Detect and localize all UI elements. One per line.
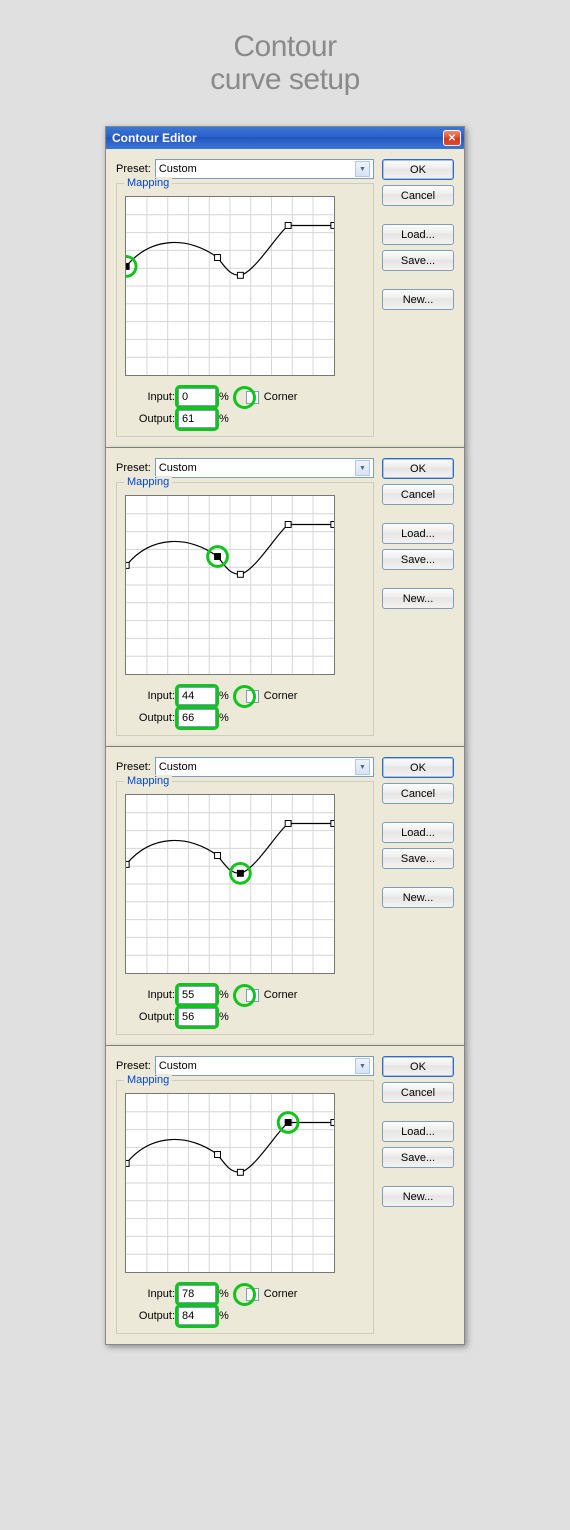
chevron-down-icon: ▼ [355,460,370,476]
preset-value: Custom [159,163,197,175]
load-button[interactable]: Load... [382,1121,454,1142]
output-field[interactable] [178,410,216,428]
input-field[interactable] [178,986,216,1004]
save-button[interactable]: Save... [382,250,454,271]
ok-button[interactable]: OK [382,1056,454,1077]
load-button[interactable]: Load... [382,224,454,245]
new-button[interactable]: New... [382,588,454,609]
save-button[interactable]: Save... [382,549,454,570]
percent-label: % [219,1310,229,1322]
curve-editor[interactable] [125,794,335,974]
save-button[interactable]: Save... [382,848,454,869]
ok-button[interactable]: OK [382,458,454,479]
dialog-body: Preset: Custom ▼ Mapping Input: [106,149,464,447]
percent-label: % [219,413,229,425]
new-button[interactable]: New... [382,887,454,908]
output-label: Output: [125,712,175,724]
cancel-button[interactable]: Cancel [382,1082,454,1103]
contour-editor-dialog: Preset: Custom ▼ Mapping Input: [105,1046,465,1345]
corner-checkbox[interactable] [246,1288,259,1301]
output-label: Output: [125,413,175,425]
preset-value: Custom [159,462,197,474]
corner-label: Corner [264,391,298,403]
mapping-label: Mapping [124,1074,172,1086]
curve-editor[interactable] [125,196,335,376]
mapping-group: Mapping Input: % [116,482,374,736]
mapping-group: Mapping Input: % [116,183,374,437]
percent-label: % [219,391,229,403]
percent-label: % [219,1011,229,1023]
curve-editor[interactable] [125,495,335,675]
save-button[interactable]: Save... [382,1147,454,1168]
input-field[interactable] [178,388,216,406]
contour-editor-dialog: Contour Editor ✕ Preset: Custom ▼ Mappin… [105,126,465,448]
preset-label: Preset: [116,1060,151,1072]
percent-label: % [219,690,229,702]
percent-label: % [219,1288,229,1300]
ok-button[interactable]: OK [382,757,454,778]
ok-button[interactable]: OK [382,159,454,180]
chevron-down-icon: ▼ [355,759,370,775]
preset-select[interactable]: Custom ▼ [155,159,374,179]
input-field[interactable] [178,1285,216,1303]
input-field[interactable] [178,687,216,705]
cancel-button[interactable]: Cancel [382,783,454,804]
cancel-button[interactable]: Cancel [382,185,454,206]
corner-checkbox[interactable] [246,391,259,404]
mapping-group: Mapping Input: % [116,781,374,1035]
preset-value: Custom [159,1060,197,1072]
corner-label: Corner [264,1288,298,1300]
preset-label: Preset: [116,761,151,773]
mapping-label: Mapping [124,476,172,488]
chevron-down-icon: ▼ [355,1058,370,1074]
output-label: Output: [125,1011,175,1023]
percent-label: % [219,989,229,1001]
preset-select[interactable]: Custom ▼ [155,1056,374,1076]
dialog-body: Preset: Custom ▼ Mapping Input: [106,1046,464,1344]
dialog-body: Preset: Custom ▼ Mapping Input: [106,448,464,746]
load-button[interactable]: Load... [382,523,454,544]
contour-editor-dialog: Preset: Custom ▼ Mapping Input: [105,448,465,747]
input-label: Input: [125,690,175,702]
chevron-down-icon: ▼ [355,161,370,177]
window-titlebar: Contour Editor ✕ [106,127,464,149]
corner-label: Corner [264,989,298,1001]
corner-checkbox[interactable] [246,989,259,1002]
window-title: Contour Editor [112,131,197,145]
load-button[interactable]: Load... [382,822,454,843]
corner-label: Corner [264,690,298,702]
output-label: Output: [125,1310,175,1322]
output-field[interactable] [178,709,216,727]
input-label: Input: [125,391,175,403]
preset-label: Preset: [116,163,151,175]
close-icon[interactable]: ✕ [443,130,461,146]
new-button[interactable]: New... [382,1186,454,1207]
preset-select[interactable]: Custom ▼ [155,458,374,478]
input-label: Input: [125,989,175,1001]
new-button[interactable]: New... [382,289,454,310]
contour-editor-dialog: Preset: Custom ▼ Mapping Input: [105,747,465,1046]
preset-value: Custom [159,761,197,773]
output-field[interactable] [178,1307,216,1325]
preset-label: Preset: [116,462,151,474]
curve-editor[interactable] [125,1093,335,1273]
page-title: Contour curve setup [210,30,360,96]
mapping-label: Mapping [124,775,172,787]
cancel-button[interactable]: Cancel [382,484,454,505]
corner-checkbox[interactable] [246,690,259,703]
mapping-label: Mapping [124,177,172,189]
mapping-group: Mapping Input: % [116,1080,374,1334]
input-label: Input: [125,1288,175,1300]
output-field[interactable] [178,1008,216,1026]
percent-label: % [219,712,229,724]
dialog-body: Preset: Custom ▼ Mapping Input: [106,747,464,1045]
preset-select[interactable]: Custom ▼ [155,757,374,777]
